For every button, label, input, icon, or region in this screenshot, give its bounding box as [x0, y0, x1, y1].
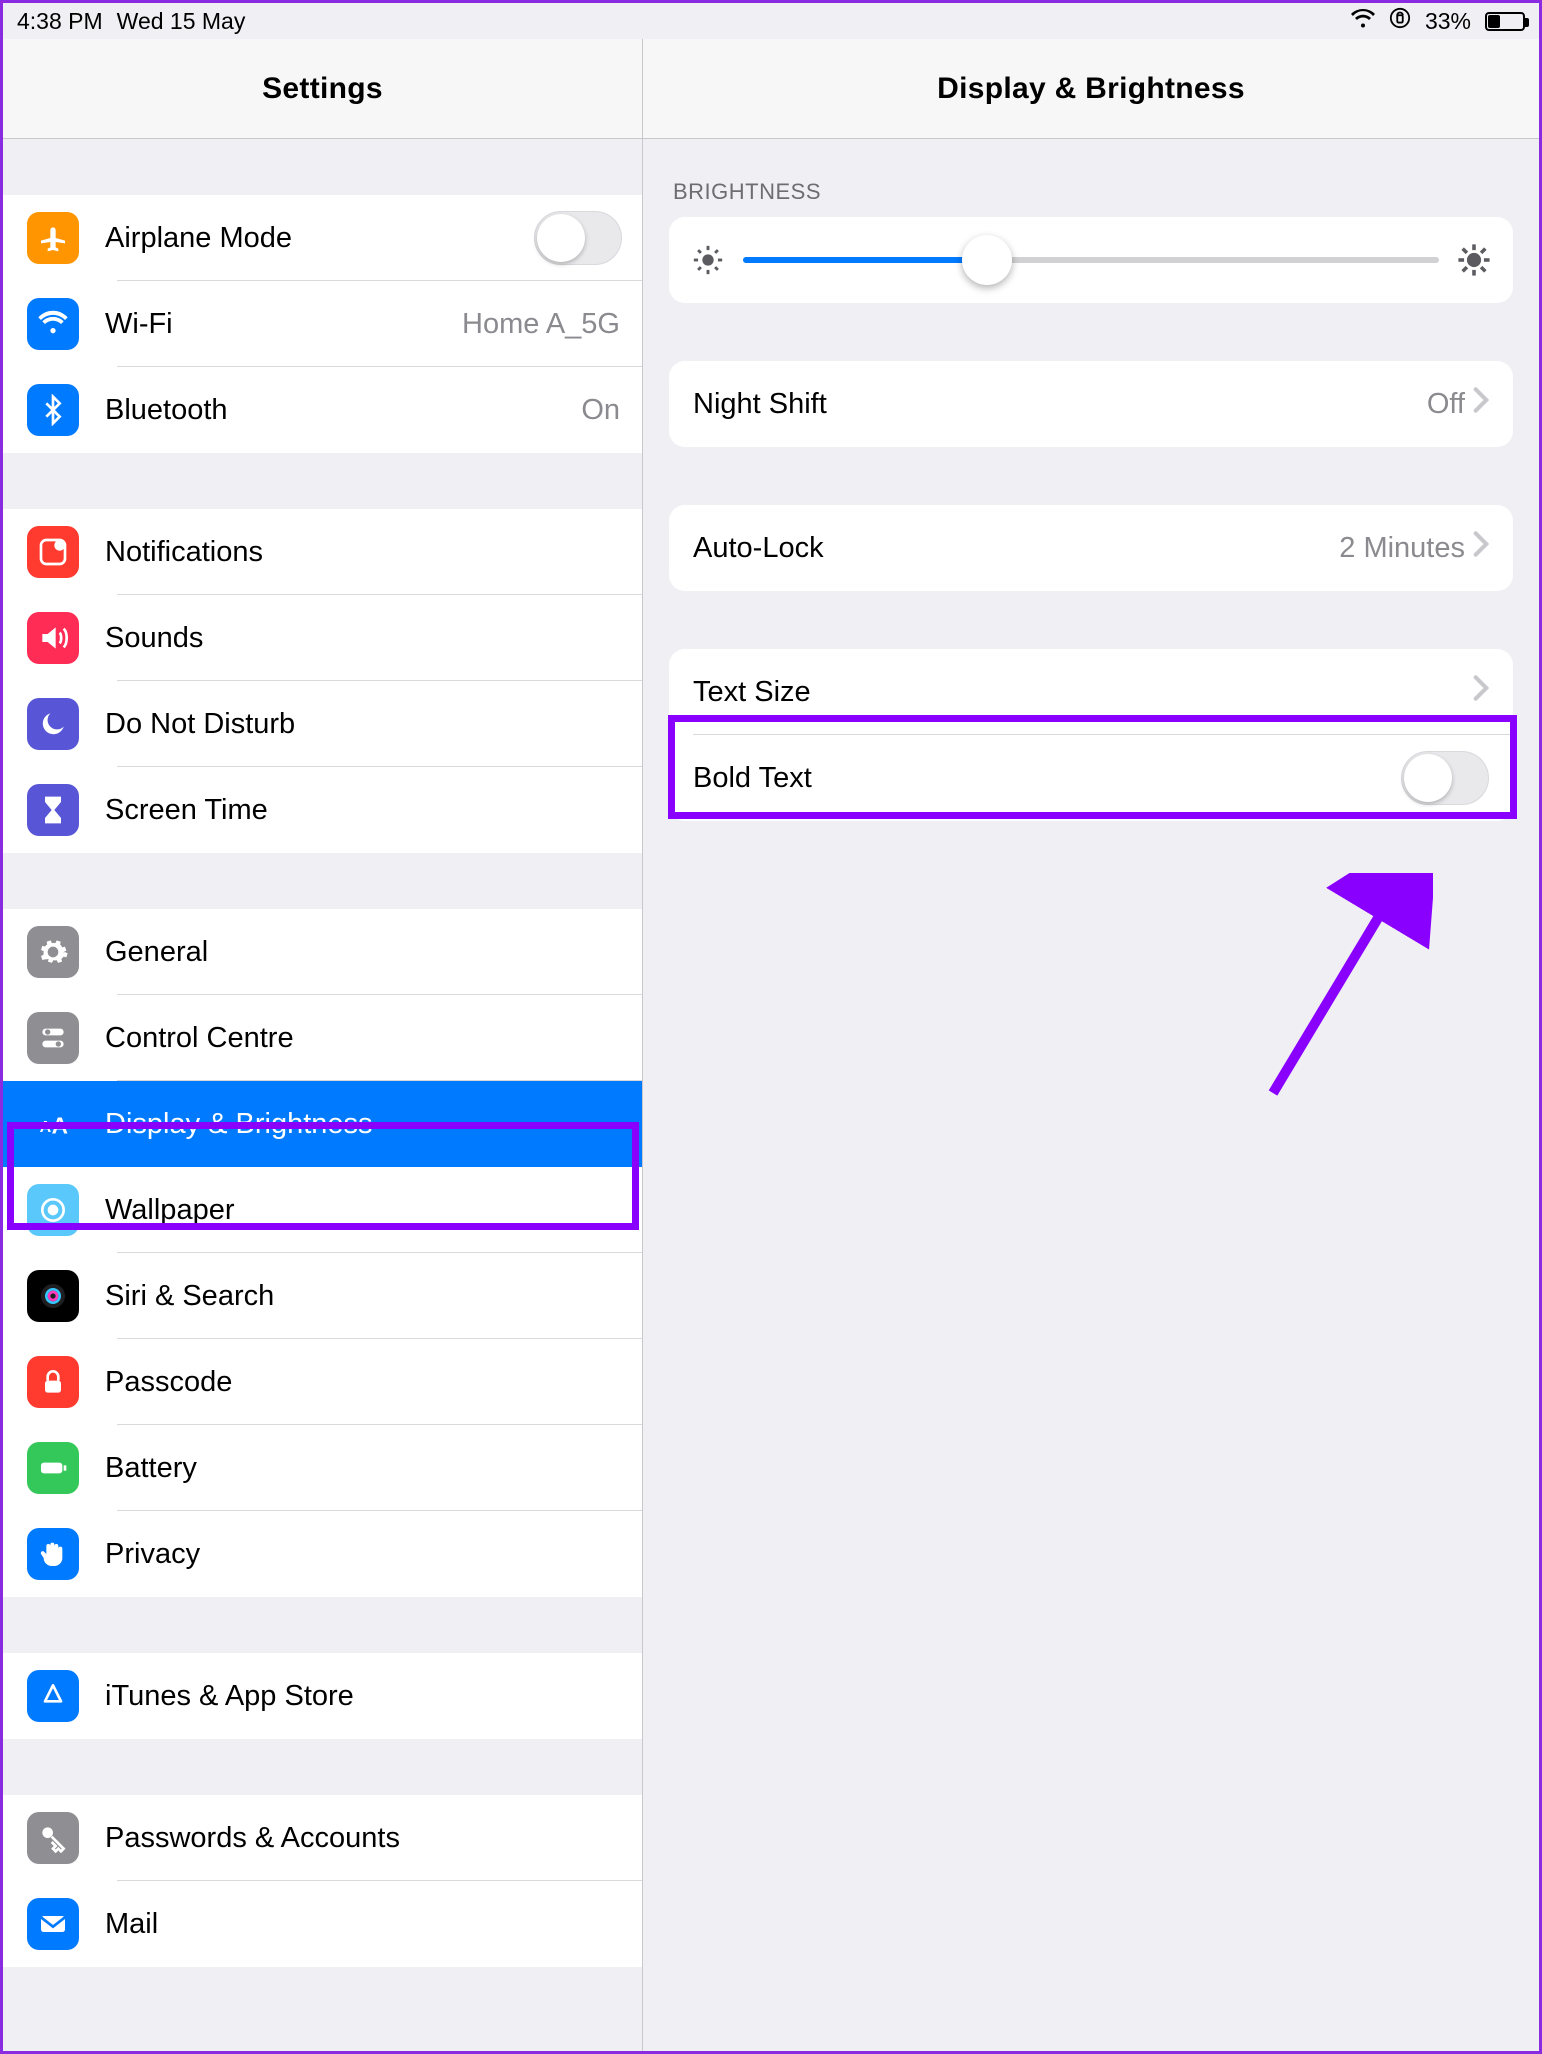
- night-shift-row[interactable]: Night Shift Off: [669, 361, 1513, 447]
- sidebar-item-mail[interactable]: Mail: [3, 1881, 642, 1967]
- sidebar-item-label: Privacy: [105, 1538, 642, 1571]
- auto-lock-group: Auto-Lock 2 Minutes: [669, 505, 1513, 591]
- sidebar-item-wifi[interactable]: Wi-Fi Home A_5G: [3, 281, 642, 367]
- mail-icon: [27, 1898, 79, 1950]
- airplane-toggle[interactable]: [534, 211, 622, 265]
- settings-group: Passwords & Accounts Mail: [3, 1795, 642, 1967]
- sidebar-item-label: Notifications: [105, 536, 642, 569]
- sidebar-item-notifications[interactable]: Notifications: [3, 509, 642, 595]
- sidebar-item-siri[interactable]: Siri & Search: [3, 1253, 642, 1339]
- keys-icon: [27, 1812, 79, 1864]
- sidebar-item-passcode[interactable]: Passcode: [3, 1339, 642, 1425]
- appstore-icon: [27, 1670, 79, 1722]
- svg-text:A: A: [52, 1112, 68, 1138]
- chevron-right-icon: [1473, 530, 1489, 566]
- status-date: Wed 15 May: [117, 8, 246, 35]
- text-size-icon: AA: [27, 1098, 79, 1150]
- row-value: 2 Minutes: [1339, 532, 1465, 565]
- chevron-right-icon: [1473, 386, 1489, 422]
- sidebar-item-label: iTunes & App Store: [105, 1680, 642, 1713]
- siri-icon: [27, 1270, 79, 1322]
- svg-text:A: A: [40, 1119, 52, 1136]
- sidebar-item-itunes[interactable]: iTunes & App Store: [3, 1653, 642, 1739]
- sidebar-item-sounds[interactable]: Sounds: [3, 595, 642, 681]
- sidebar-item-label: General: [105, 936, 642, 969]
- settings-sidebar: Settings Airplane Mode Wi-Fi Home A_5G: [3, 39, 643, 2051]
- settings-group: iTunes & App Store: [3, 1653, 642, 1739]
- chevron-right-icon: [1473, 674, 1489, 710]
- bluetooth-value: On: [581, 394, 620, 427]
- detail-title: Display & Brightness: [643, 39, 1539, 139]
- battery-percent: 33%: [1425, 8, 1471, 35]
- orientation-lock-icon: [1389, 7, 1411, 35]
- bold-text-toggle[interactable]: [1401, 751, 1489, 805]
- row-value: Off: [1427, 388, 1465, 421]
- status-time: 4:38 PM: [17, 8, 103, 35]
- row-label: Auto-Lock: [693, 532, 1339, 565]
- brightness-header: BRIGHTNESS: [643, 139, 1539, 217]
- sidebar-item-privacy[interactable]: Privacy: [3, 1511, 642, 1597]
- sidebar-item-screentime[interactable]: Screen Time: [3, 767, 642, 853]
- sidebar-item-label: Do Not Disturb: [105, 708, 642, 741]
- wallpaper-icon: [27, 1184, 79, 1236]
- sidebar-item-label: Airplane Mode: [105, 222, 534, 255]
- brightness-low-icon: [691, 243, 725, 277]
- battery-icon: [1485, 12, 1525, 31]
- night-shift-group: Night Shift Off: [669, 361, 1513, 447]
- sidebar-item-passwords[interactable]: Passwords & Accounts: [3, 1795, 642, 1881]
- sidebar-item-label: Display & Brightness: [105, 1108, 642, 1141]
- settings-group: General Control Centre AA Display & Brig…: [3, 909, 642, 1597]
- sidebar-item-label: Mail: [105, 1908, 642, 1941]
- row-label: Text Size: [693, 676, 1473, 709]
- sidebar-item-label: Screen Time: [105, 794, 642, 827]
- sidebar-item-label: Sounds: [105, 622, 642, 655]
- sidebar-item-battery[interactable]: Battery: [3, 1425, 642, 1511]
- brightness-group: [669, 217, 1513, 303]
- status-bar: 4:38 PM Wed 15 May 33%: [3, 3, 1539, 39]
- sounds-icon: [27, 612, 79, 664]
- wifi-value: Home A_5G: [462, 308, 620, 341]
- detail-pane: Display & Brightness BRIGHTNESS Night Sh…: [643, 39, 1539, 2051]
- sidebar-item-label: Wallpaper: [105, 1194, 642, 1227]
- row-label: Bold Text: [693, 762, 1401, 795]
- moon-icon: [27, 698, 79, 750]
- gear-icon: [27, 926, 79, 978]
- sidebar-title: Settings: [3, 39, 642, 139]
- sidebar-item-label: Battery: [105, 1452, 642, 1485]
- sidebar-item-label: Control Centre: [105, 1022, 642, 1055]
- sidebar-item-dnd[interactable]: Do Not Disturb: [3, 681, 642, 767]
- brightness-slider[interactable]: [669, 217, 1513, 303]
- bold-text-row[interactable]: Bold Text: [669, 735, 1513, 821]
- brightness-high-icon: [1457, 243, 1491, 277]
- row-label: Night Shift: [693, 388, 1427, 421]
- auto-lock-row[interactable]: Auto-Lock 2 Minutes: [669, 505, 1513, 591]
- hourglass-icon: [27, 784, 79, 836]
- sidebar-item-display[interactable]: AA Display & Brightness: [3, 1081, 642, 1167]
- switches-icon: [27, 1012, 79, 1064]
- sidebar-item-label: Wi-Fi: [105, 308, 462, 341]
- hand-icon: [27, 1528, 79, 1580]
- sidebar-item-label: Siri & Search: [105, 1280, 642, 1313]
- airplane-icon: [27, 212, 79, 264]
- sidebar-item-airplane[interactable]: Airplane Mode: [3, 195, 642, 281]
- text-group: Text Size Bold Text: [669, 649, 1513, 821]
- text-size-row[interactable]: Text Size: [669, 649, 1513, 735]
- battery-icon: [27, 1442, 79, 1494]
- brightness-track[interactable]: [743, 257, 1439, 263]
- notifications-icon: [27, 526, 79, 578]
- lock-icon: [27, 1356, 79, 1408]
- sidebar-item-bluetooth[interactable]: Bluetooth On: [3, 367, 642, 453]
- bluetooth-icon: [27, 384, 79, 436]
- sidebar-item-label: Passcode: [105, 1366, 642, 1399]
- sidebar-item-controlcentre[interactable]: Control Centre: [3, 995, 642, 1081]
- sidebar-item-wallpaper[interactable]: Wallpaper: [3, 1167, 642, 1253]
- settings-group: Airplane Mode Wi-Fi Home A_5G Bluetooth …: [3, 195, 642, 453]
- wifi-icon: [1351, 8, 1375, 35]
- sidebar-item-general[interactable]: General: [3, 909, 642, 995]
- wifi-icon: [27, 298, 79, 350]
- settings-group: Notifications Sounds Do Not Disturb: [3, 509, 642, 853]
- sidebar-item-label: Passwords & Accounts: [105, 1822, 642, 1855]
- sidebar-item-label: Bluetooth: [105, 394, 581, 427]
- brightness-thumb[interactable]: [962, 235, 1012, 285]
